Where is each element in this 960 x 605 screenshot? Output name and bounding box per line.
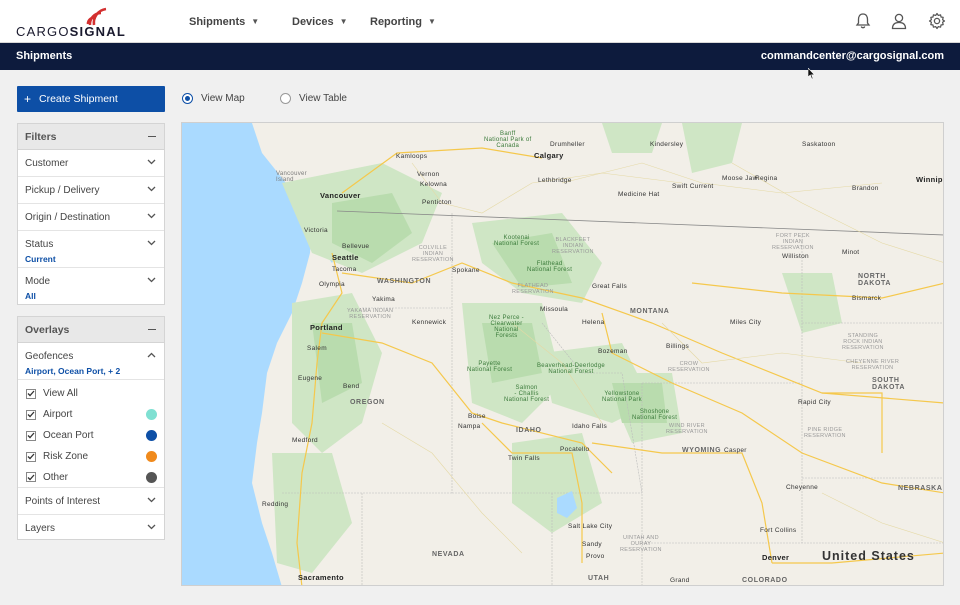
overlay-ocean-port[interactable]: Ocean Port xyxy=(18,425,164,446)
overlay-label: Risk Zone xyxy=(43,451,89,462)
cargosignal-logo[interactable]: CARGOSIGNAL xyxy=(16,4,136,40)
view-map-label: View Map xyxy=(201,93,245,104)
overlays-title: Overlays xyxy=(25,323,70,336)
geofences-value: Airport, Ocean Port, + 2 xyxy=(25,366,121,376)
filter-label: Customer xyxy=(25,158,69,169)
overlay-airport[interactable]: Airport xyxy=(18,404,164,425)
nav-devices-label: Devices xyxy=(292,15,334,28)
collapse-icon[interactable] xyxy=(148,328,156,331)
radio-unselected-icon[interactable] xyxy=(280,93,291,104)
overlay-label: Other xyxy=(43,471,69,483)
create-shipment-label: Create Shipment xyxy=(39,93,118,105)
filter-origin-destination[interactable]: Origin / Destination xyxy=(18,204,164,231)
shipments-map[interactable]: Banff National Park of Canada Calgary Kaml… xyxy=(181,122,944,586)
collapse-icon[interactable] xyxy=(148,135,156,138)
nav-reporting[interactable]: Reporting ▼ xyxy=(370,0,436,43)
overlay-label: Ocean Port xyxy=(43,430,94,441)
filter-label: Mode xyxy=(25,276,51,287)
filters-title: Filters xyxy=(25,130,57,143)
filters-header[interactable]: Filters xyxy=(18,124,164,150)
nav-shipments-label: Shipments xyxy=(189,15,246,28)
chevron-down-icon xyxy=(147,159,156,165)
nav-shipments[interactable]: Shipments ▼ xyxy=(189,0,259,43)
chevron-down-icon: ▼ xyxy=(427,17,436,26)
overlays-header[interactable]: Overlays xyxy=(18,317,164,343)
chevron-down-icon xyxy=(147,186,156,192)
view-table-label: View Table xyxy=(299,93,347,104)
checkbox[interactable] xyxy=(26,451,36,462)
overlay-risk-zone[interactable]: Risk Zone xyxy=(18,446,164,467)
radio-selected-icon[interactable] xyxy=(182,93,193,104)
chevron-up-icon xyxy=(147,352,156,358)
checkbox[interactable] xyxy=(26,388,36,399)
overlay-label: View All xyxy=(43,388,78,399)
geofences-row[interactable]: Geofences Airport, Ocean Port, + 2 xyxy=(18,343,164,380)
overlay-view-all[interactable]: View All xyxy=(18,383,164,404)
map-canvas[interactable] xyxy=(182,123,944,586)
filter-label: Pickup / Delivery xyxy=(25,185,100,196)
logo-text: CARGOSIGNAL xyxy=(16,24,126,39)
layers-row[interactable]: Layers xyxy=(18,515,164,541)
filter-label: Origin / Destination xyxy=(25,212,111,223)
view-table-radio[interactable]: View Table xyxy=(280,93,347,104)
filter-mode[interactable]: Mode All xyxy=(18,268,164,305)
chevron-down-icon xyxy=(147,277,156,283)
filter-pickup-delivery[interactable]: Pickup / Delivery xyxy=(18,177,164,204)
overlays-panel: Overlays Geofences Airport, Ocean Port, … xyxy=(17,316,165,540)
overlay-label: Airport xyxy=(43,409,73,420)
page-title: Shipments xyxy=(16,50,73,62)
mouse-cursor-icon xyxy=(808,68,816,80)
chevron-down-icon xyxy=(147,240,156,246)
chevron-down-icon xyxy=(147,213,156,219)
chevron-down-icon: ▼ xyxy=(339,17,348,26)
poi-label: Points of Interest xyxy=(25,496,101,507)
create-shipment-button[interactable]: + Create Shipment xyxy=(17,86,165,112)
chevron-down-icon xyxy=(147,497,156,503)
checkbox[interactable] xyxy=(26,409,36,420)
geofences-label: Geofences xyxy=(25,351,74,362)
nav-devices[interactable]: Devices ▼ xyxy=(292,0,348,43)
risk-zone-color-dot xyxy=(146,451,157,462)
map-country-label: United States xyxy=(822,549,915,563)
user-icon[interactable] xyxy=(890,12,908,30)
user-email[interactable]: commandcenter@cargosignal.com xyxy=(761,50,944,62)
filter-customer[interactable]: Customer xyxy=(18,150,164,177)
layers-label: Layers xyxy=(25,523,56,534)
points-of-interest-row[interactable]: Points of Interest xyxy=(18,488,164,515)
plus-icon: + xyxy=(24,92,32,106)
filter-status[interactable]: Status Current xyxy=(18,231,164,268)
checkbox[interactable] xyxy=(26,430,36,441)
page-header-bar: Shipments commandcenter@cargosignal.com xyxy=(0,43,960,70)
gear-icon[interactable] xyxy=(928,12,946,30)
bell-icon[interactable] xyxy=(854,12,872,30)
filters-panel: Filters Customer Pickup / Delivery Origi… xyxy=(17,123,165,305)
filter-status-value: Current xyxy=(25,254,56,264)
chevron-down-icon: ▼ xyxy=(251,17,260,26)
overlay-other[interactable]: Other xyxy=(18,467,164,488)
chevron-down-icon xyxy=(147,524,156,530)
nav-reporting-label: Reporting xyxy=(370,15,422,28)
filter-label: Status xyxy=(25,239,54,250)
checkbox[interactable] xyxy=(26,472,36,482)
ocean-port-color-dot xyxy=(146,430,157,441)
view-map-radio[interactable]: View Map xyxy=(182,93,245,104)
top-navigation-bar: CARGOSIGNAL Shipments ▼ Devices ▼ Reportin… xyxy=(0,0,960,43)
signal-arcs-icon xyxy=(86,7,107,26)
other-color-dot xyxy=(146,471,157,483)
airport-color-dot xyxy=(146,409,157,420)
filter-mode-value: All xyxy=(25,291,36,301)
